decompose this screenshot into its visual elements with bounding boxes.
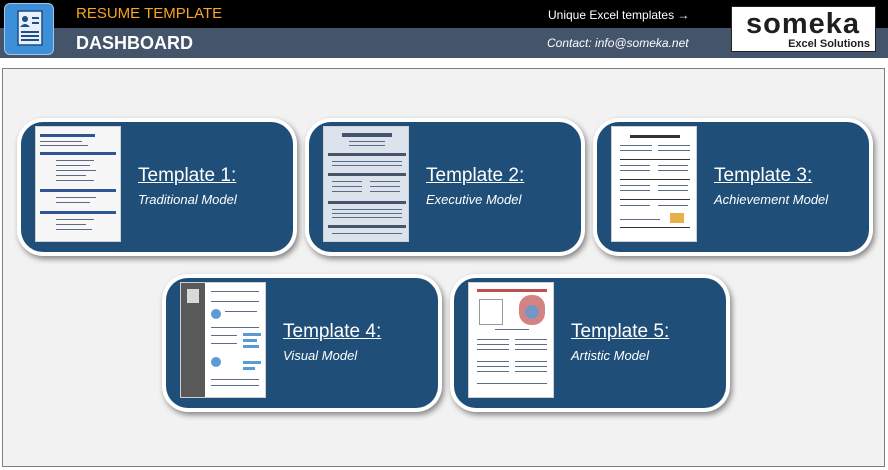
template-4-title: Template 4: <box>283 321 382 342</box>
template-3-card[interactable]: Template 3: Achievement Model <box>593 118 873 256</box>
contact-info: Contact: info@someka.net <box>547 36 689 50</box>
template-5-card[interactable]: Template 5: Artistic Model <box>450 274 730 412</box>
app-title: RESUME TEMPLATE <box>76 5 223 22</box>
template-1-card-body: Template 1: Traditional Model <box>21 122 293 252</box>
header-bar: RESUME TEMPLATE DASHBOARD Unique Excel t… <box>0 0 888 58</box>
template-3-card-body: Template 3: Achievement Model <box>597 122 869 252</box>
template-1-title: Template 1: <box>138 165 237 186</box>
template-3-title: Template 3: <box>714 165 813 186</box>
template-4-card[interactable]: Template 4: Visual Model <box>162 274 442 412</box>
template-2-subtitle: Executive Model <box>426 192 522 207</box>
template-3-thumbnail <box>611 126 697 242</box>
template-4-thumbnail <box>180 282 266 398</box>
someka-logo[interactable]: someka Excel Solutions <box>731 6 876 52</box>
template-1-card[interactable]: Template 1: Traditional Model <box>17 118 297 256</box>
page-title: DASHBOARD <box>76 33 193 53</box>
template-5-card-body: Template 5: Artistic Model <box>454 278 726 408</box>
template-2-thumbnail <box>323 126 409 242</box>
resume-document-icon <box>4 3 54 55</box>
template-4-subtitle: Visual Model <box>283 348 358 363</box>
template-5-subtitle: Artistic Model <box>571 348 650 363</box>
template-2-title: Template 2: <box>426 165 525 186</box>
template-4-card-body: Template 4: Visual Model <box>166 278 438 408</box>
template-1-thumbnail <box>35 126 121 242</box>
template-1-subtitle: Traditional Model <box>138 192 237 207</box>
logo-wordmark: someka <box>746 8 861 40</box>
template-2-card-body: Template 2: Executive Model <box>309 122 581 252</box>
template-5-thumbnail <box>468 282 554 398</box>
template-2-card[interactable]: Template 2: Executive Model <box>305 118 585 256</box>
template-3-subtitle: Achievement Model <box>714 192 829 207</box>
logo-tagline: Excel Solutions <box>788 38 870 50</box>
template-5-title: Template 5: <box>571 321 670 342</box>
unique-templates-link[interactable]: Unique Excel templates → <box>548 8 689 22</box>
